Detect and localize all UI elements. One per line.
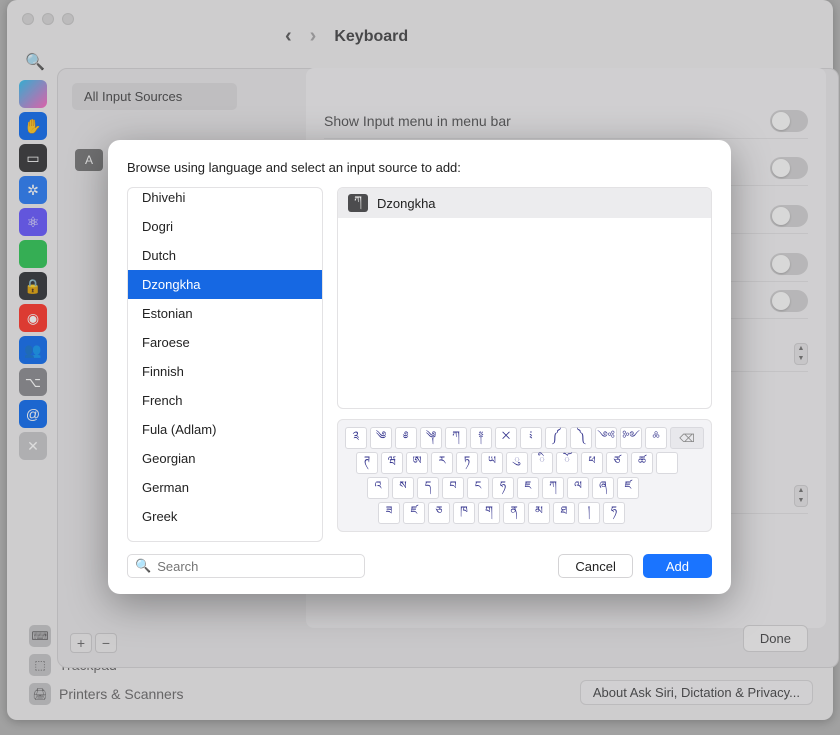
language-item[interactable]: Finnish	[128, 357, 322, 386]
char-key: ༽	[570, 427, 592, 449]
language-item[interactable]: Dutch	[128, 241, 322, 270]
char-key: ཙ	[606, 452, 628, 474]
char-key: ཐ	[553, 502, 575, 524]
language-item[interactable]: French	[128, 386, 322, 415]
language-item[interactable]: Estonian	[128, 299, 322, 328]
char-key: ང	[467, 477, 489, 499]
char-key: ཇ	[517, 477, 539, 499]
char-key: ཟ	[378, 502, 400, 524]
search-input[interactable]	[157, 559, 357, 574]
language-search-field[interactable]: 🔍	[127, 554, 365, 578]
char-key: ཅ	[428, 502, 450, 524]
language-item[interactable]: Dzongkha	[128, 270, 322, 299]
char-key: ༜	[645, 427, 667, 449]
char-key: ྾	[495, 427, 517, 449]
char-key: ༼	[545, 427, 567, 449]
char-key: ར	[431, 452, 453, 474]
language-item[interactable]: Dogri	[128, 212, 322, 241]
keyboard-row: འསདབངཧཇཀལཞཛ	[345, 477, 704, 499]
char-key: ༈	[470, 427, 492, 449]
language-item[interactable]: Fula (Adlam)	[128, 415, 322, 444]
char-key: ༅	[395, 427, 417, 449]
cancel-button[interactable]: Cancel	[558, 554, 632, 578]
language-item[interactable]: Greek	[128, 502, 322, 531]
input-source-label: Dzongkha	[377, 196, 436, 211]
char-key: ཚ	[631, 452, 653, 474]
search-icon: 🔍	[135, 558, 151, 574]
char-key: ཧ	[603, 502, 625, 524]
char-key: འ	[367, 477, 389, 499]
char-key: ༻	[620, 427, 642, 449]
char-key: ཛ	[403, 502, 425, 524]
backspace-key: ⌫	[670, 427, 704, 449]
char-key: ུ	[506, 452, 528, 474]
char-key: ཈	[656, 452, 678, 474]
char-key: ༴	[520, 427, 542, 449]
char-key: ི	[531, 452, 553, 474]
language-item[interactable]: Georgian	[128, 444, 322, 473]
char-key: ཧ	[492, 477, 514, 499]
keyboard-row: ཊཝཨརཏཡིོུཕཙཚ཈	[345, 452, 704, 474]
char-key: བ	[442, 477, 464, 499]
char-key: ཡ	[481, 452, 503, 474]
language-item[interactable]: German	[128, 473, 322, 502]
char-key: ན	[503, 502, 525, 524]
input-source-icon: ཀ	[348, 194, 368, 212]
modal-instruction: Browse using language and select an inpu…	[127, 160, 712, 175]
add-input-source-modal: Browse using language and select an inpu…	[108, 140, 731, 594]
char-key: །	[578, 502, 600, 524]
char-key: ཛ	[617, 477, 639, 499]
char-key: ༆	[420, 427, 442, 449]
char-key: ༄	[370, 427, 392, 449]
char-key: ༺	[595, 427, 617, 449]
char-key: ༉	[345, 427, 367, 449]
char-key: ོ	[556, 452, 578, 474]
char-key: ག	[478, 502, 500, 524]
input-source-list[interactable]: ཀ Dzongkha	[337, 187, 712, 409]
language-item[interactable]: Dhivehi	[128, 188, 322, 212]
char-key: ད	[417, 477, 439, 499]
char-key: ཀ	[445, 427, 467, 449]
language-item[interactable]: Faroese	[128, 328, 322, 357]
input-source-item[interactable]: ཀ Dzongkha	[338, 188, 711, 218]
char-key: ཝ	[381, 452, 403, 474]
char-key: ཕ	[581, 452, 603, 474]
char-key: ཞ	[592, 477, 614, 499]
add-button[interactable]: Add	[643, 554, 712, 578]
keyboard-row: ༉༄༅༆ཀ༈྾༴༼༽༺༻༜⌫	[345, 427, 704, 449]
char-key: ཊ	[356, 452, 378, 474]
char-key: ཀ	[542, 477, 564, 499]
language-list[interactable]: DhivehiDogriDutchDzongkhaEstonianFaroese…	[127, 187, 323, 542]
char-key: ཏ	[456, 452, 478, 474]
char-key: ས	[392, 477, 414, 499]
keyboard-preview: ༉༄༅༆ཀ༈྾༴༼༽༺༻༜⌫ཊཝཨརཏཡིོུཕཙཚ཈འསདབངཧཇཀལཞཛཟཛ…	[337, 419, 712, 532]
char-key: མ	[528, 502, 550, 524]
char-key: ཨ	[406, 452, 428, 474]
char-key: ལ	[567, 477, 589, 499]
keyboard-row: ཟཛཅཁགནམཐ།ཧ	[345, 502, 704, 524]
char-key: ཁ	[453, 502, 475, 524]
